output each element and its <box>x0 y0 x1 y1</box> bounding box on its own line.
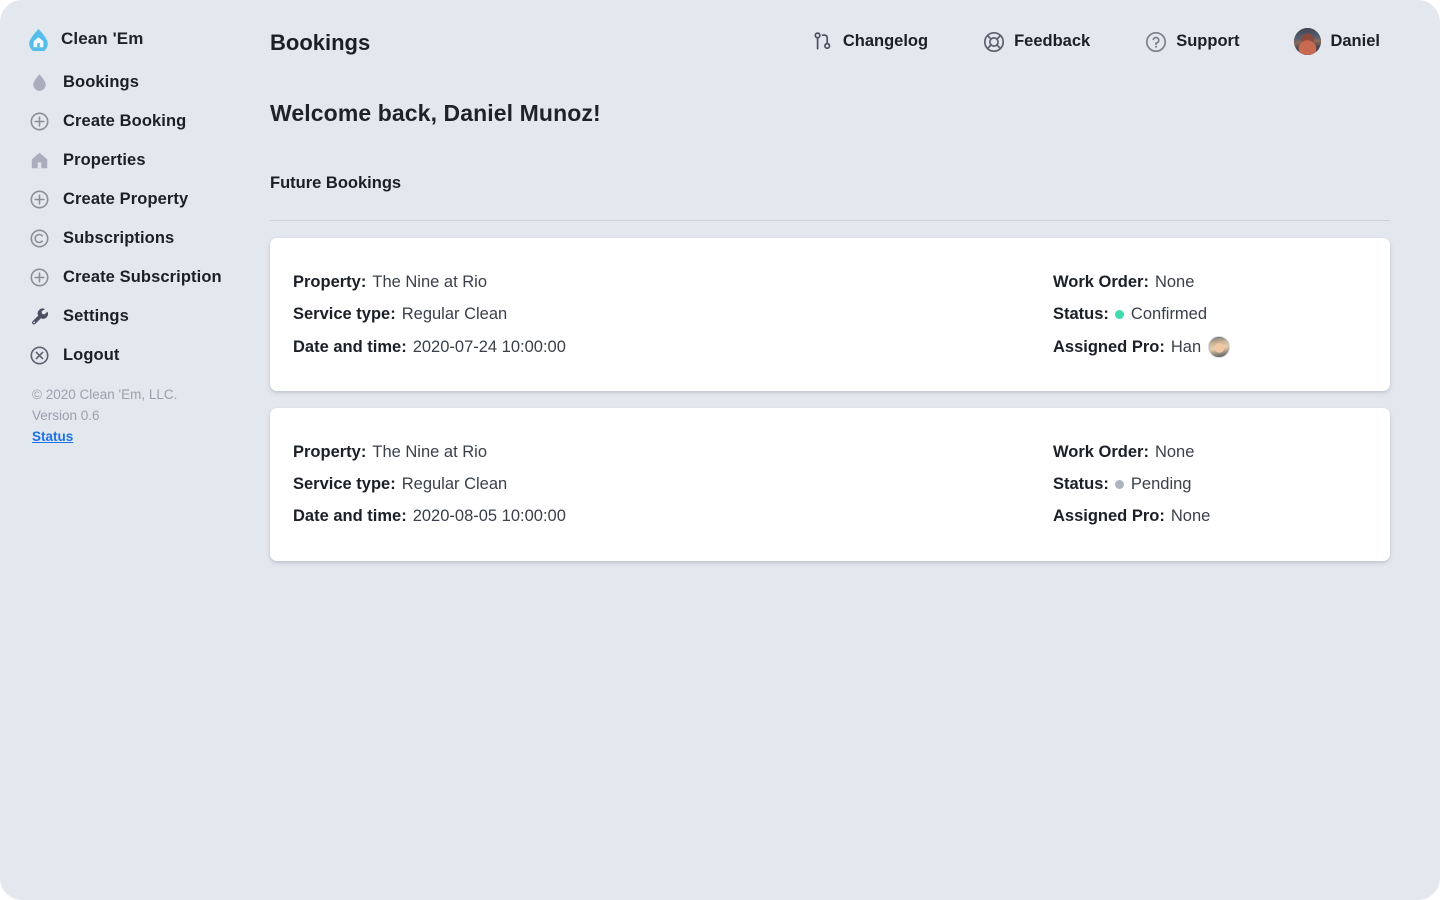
sidebar-item-label: Create Booking <box>63 112 186 131</box>
status-label: Status: <box>1053 468 1109 500</box>
home-icon <box>29 150 50 171</box>
app-window: Clean 'Em Bookings Create Booking <box>0 0 1440 900</box>
assigned-pro-label: Assigned Pro: <box>1053 500 1165 532</box>
sidebar-item-create-subscription[interactable]: Create Subscription <box>0 258 260 297</box>
page-title: Bookings <box>270 30 370 56</box>
sidebar-item-label: Create Subscription <box>63 268 222 287</box>
welcome-heading: Welcome back, Daniel Munoz! <box>270 100 1390 127</box>
avatar <box>1294 28 1321 55</box>
property-value: The Nine at Rio <box>372 266 487 298</box>
booking-card[interactable]: Property: The Nine at Rio Service type: … <box>270 238 1390 391</box>
booking-details-left: Property: The Nine at Rio Service type: … <box>293 266 1053 363</box>
feedback-label: Feedback <box>1014 32 1090 51</box>
work-order-label: Work Order: <box>1053 436 1149 468</box>
booking-details-left: Property: The Nine at Rio Service type: … <box>293 436 1053 533</box>
status-dot-icon <box>1115 480 1124 489</box>
booking-date-time-row: Date and time: 2020-07-24 10:00:00 <box>293 331 1053 363</box>
feedback-button[interactable]: Feedback <box>983 31 1090 53</box>
date-time-label: Date and time: <box>293 500 407 532</box>
service-type-label: Service type: <box>293 468 396 500</box>
booking-status-row: Status: Confirmed <box>1053 298 1356 330</box>
property-label: Property: <box>293 266 366 298</box>
booking-assigned-pro-row: Assigned Pro: Han <box>1053 331 1356 363</box>
status-label: Status: <box>1053 298 1109 330</box>
sidebar-item-subscriptions[interactable]: Subscriptions <box>0 219 260 258</box>
header-actions: Changelog Feedback <box>812 28 1380 55</box>
support-button[interactable]: Support <box>1145 31 1239 53</box>
assigned-pro-label: Assigned Pro: <box>1053 331 1165 363</box>
booking-work-order-row: Work Order: None <box>1053 436 1356 468</box>
sidebar-item-settings[interactable]: Settings <box>0 297 260 336</box>
sidebar-item-create-property[interactable]: Create Property <box>0 180 260 219</box>
version-text: Version 0.6 <box>32 406 177 427</box>
booking-details-right: Work Order: None Status: Confirmed Assig… <box>1053 266 1356 363</box>
status-link[interactable]: Status <box>32 427 73 448</box>
brand[interactable]: Clean 'Em <box>0 22 260 56</box>
assigned-pro-avatar <box>1208 336 1230 358</box>
work-order-label: Work Order: <box>1053 266 1149 298</box>
sidebar-item-label: Settings <box>63 307 129 326</box>
service-type-value: Regular Clean <box>402 298 507 330</box>
booking-status-row: Status: Pending <box>1053 468 1356 500</box>
sidebar-item-create-booking[interactable]: Create Booking <box>0 102 260 141</box>
status-value: Pending <box>1131 468 1192 500</box>
date-time-value: 2020-08-05 10:00:00 <box>413 500 566 532</box>
booking-service-type-row: Service type: Regular Clean <box>293 298 1053 330</box>
assigned-pro-value: Han <box>1171 331 1201 363</box>
sidebar-item-bookings[interactable]: Bookings <box>0 63 260 102</box>
status-dot-icon <box>1115 310 1124 319</box>
changelog-label: Changelog <box>843 32 928 51</box>
status-value: Confirmed <box>1131 298 1207 330</box>
sidebar-item-logout[interactable]: Logout <box>0 336 260 375</box>
copyright-circle-icon <box>29 228 50 249</box>
lifebuoy-icon <box>983 31 1005 53</box>
section-divider <box>270 220 1390 221</box>
booking-date-time-row: Date and time: 2020-08-05 10:00:00 <box>293 500 1053 532</box>
main-content: Welcome back, Daniel Munoz! Future Booki… <box>260 86 1440 900</box>
sidebar-footer: © 2020 Clean 'Em, LLC. Version 0.6 Statu… <box>32 385 177 448</box>
sidebar: Clean 'Em Bookings Create Booking <box>0 0 260 900</box>
sidebar-item-label: Bookings <box>63 73 139 92</box>
wrench-icon <box>29 306 50 327</box>
plus-circle-icon <box>29 111 50 132</box>
service-type-value: Regular Clean <box>402 468 507 500</box>
droplet-icon <box>29 72 50 93</box>
changelog-button[interactable]: Changelog <box>812 31 928 53</box>
brand-label: Clean 'Em <box>61 29 143 49</box>
house-droplet-logo-icon <box>28 29 49 50</box>
git-branch-icon <box>812 31 834 53</box>
x-circle-icon <box>29 345 50 366</box>
booking-assigned-pro-row: Assigned Pro: None <box>1053 500 1356 532</box>
sidebar-item-label: Create Property <box>63 190 188 209</box>
header: Bookings Changelog <box>260 0 1440 86</box>
sidebar-item-properties[interactable]: Properties <box>0 141 260 180</box>
date-time-label: Date and time: <box>293 331 407 363</box>
booking-property-row: Property: The Nine at Rio <box>293 266 1053 298</box>
plus-circle-icon <box>29 267 50 288</box>
booking-work-order-row: Work Order: None <box>1053 266 1356 298</box>
plus-circle-icon <box>29 189 50 210</box>
sidebar-item-label: Logout <box>63 346 120 365</box>
question-circle-icon <box>1145 31 1167 53</box>
booking-details-right: Work Order: None Status: Pending Assigne… <box>1053 436 1356 533</box>
booking-property-row: Property: The Nine at Rio <box>293 436 1053 468</box>
work-order-value: None <box>1155 436 1194 468</box>
booking-service-type-row: Service type: Regular Clean <box>293 468 1053 500</box>
work-order-value: None <box>1155 266 1194 298</box>
copyright-text: © 2020 Clean 'Em, LLC. <box>32 385 177 406</box>
assigned-pro-value: None <box>1171 500 1210 532</box>
property-label: Property: <box>293 436 366 468</box>
user-menu-button[interactable]: Daniel <box>1294 28 1380 55</box>
service-type-label: Service type: <box>293 298 396 330</box>
booking-card[interactable]: Property: The Nine at Rio Service type: … <box>270 408 1390 561</box>
user-name-label: Daniel <box>1330 32 1380 51</box>
sidebar-item-label: Properties <box>63 151 146 170</box>
property-value: The Nine at Rio <box>372 436 487 468</box>
date-time-value: 2020-07-24 10:00:00 <box>413 331 566 363</box>
sidebar-item-label: Subscriptions <box>63 229 174 248</box>
support-label: Support <box>1176 32 1239 51</box>
section-title-future-bookings: Future Bookings <box>270 174 1390 193</box>
